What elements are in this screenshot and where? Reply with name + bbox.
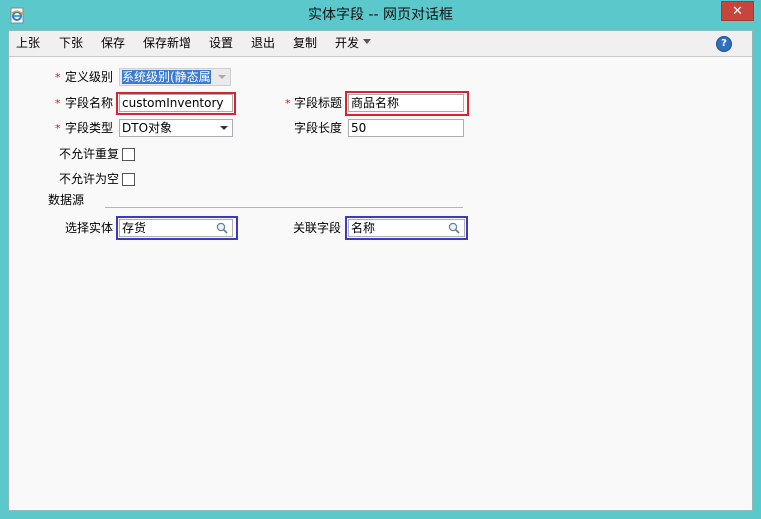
definition-level-label: 定义级别: [65, 70, 114, 84]
chevron-down-icon: [363, 39, 372, 44]
close-icon: ✕: [732, 3, 743, 19]
select-entity-label: 选择实体: [65, 221, 114, 235]
required-mark: *: [55, 122, 61, 135]
related-field-label: 关联字段: [293, 221, 342, 235]
no-duplicate-checkbox[interactable]: [122, 148, 135, 161]
close-button[interactable]: ✕: [721, 1, 754, 21]
menu-save[interactable]: 保存: [101, 31, 125, 56]
highlight-box-red: [345, 91, 469, 116]
window-title: 实体字段 -- 网页对话框: [307, 7, 453, 23]
dialog-content: 上张 下张 保存 保存新增 设置 退出 复制 开发 ? * 定义级别 系统级别(…: [8, 30, 753, 511]
menu-develop-label: 开发: [335, 36, 360, 50]
no-empty-label: 不允许为空: [59, 172, 120, 186]
no-empty-checkbox[interactable]: [122, 173, 135, 186]
highlight-box-red: [116, 92, 236, 115]
menu-settings[interactable]: 设置: [209, 31, 233, 56]
title-bar[interactable]: 实体字段 -- 网页对话框 ✕: [0, 0, 761, 30]
field-type-select[interactable]: DTO对象: [119, 119, 233, 137]
menu-exit[interactable]: 退出: [251, 31, 275, 56]
dialog-window: 实体字段 -- 网页对话框 ✕ 上张 下张 保存 保存新增 设置 退出 复制 开…: [0, 0, 761, 519]
section-divider: [105, 207, 463, 208]
menu-bar: 上张 下张 保存 保存新增 设置 退出 复制 开发 ?: [9, 31, 752, 57]
menu-save-new[interactable]: 保存新增: [143, 31, 191, 56]
menu-copy[interactable]: 复制: [293, 31, 317, 56]
definition-level-value: 系统级别(静态属: [122, 70, 211, 84]
menu-next[interactable]: 下张: [59, 31, 83, 56]
field-type-value: DTO对象: [122, 121, 173, 135]
definition-level-select[interactable]: 系统级别(静态属: [119, 68, 231, 86]
highlight-box-blue: [345, 216, 468, 240]
required-mark: *: [285, 97, 291, 110]
field-name-label: 字段名称: [65, 96, 114, 110]
chevron-down-icon: [218, 75, 226, 79]
help-icon[interactable]: ?: [716, 36, 732, 52]
datasource-section-label: 数据源: [48, 193, 85, 207]
field-length-input[interactable]: 50: [348, 119, 464, 137]
field-title-label: 字段标题: [294, 96, 343, 110]
menu-prev[interactable]: 上张: [16, 31, 40, 56]
required-mark: *: [55, 97, 61, 110]
highlight-box-blue: [116, 216, 238, 240]
menu-develop[interactable]: 开发: [335, 31, 372, 56]
chevron-down-icon: [220, 126, 228, 130]
required-mark: *: [55, 71, 61, 84]
no-duplicate-label: 不允许重复: [59, 147, 120, 161]
field-type-label: 字段类型: [65, 121, 114, 135]
field-length-label: 字段长度: [294, 121, 343, 135]
